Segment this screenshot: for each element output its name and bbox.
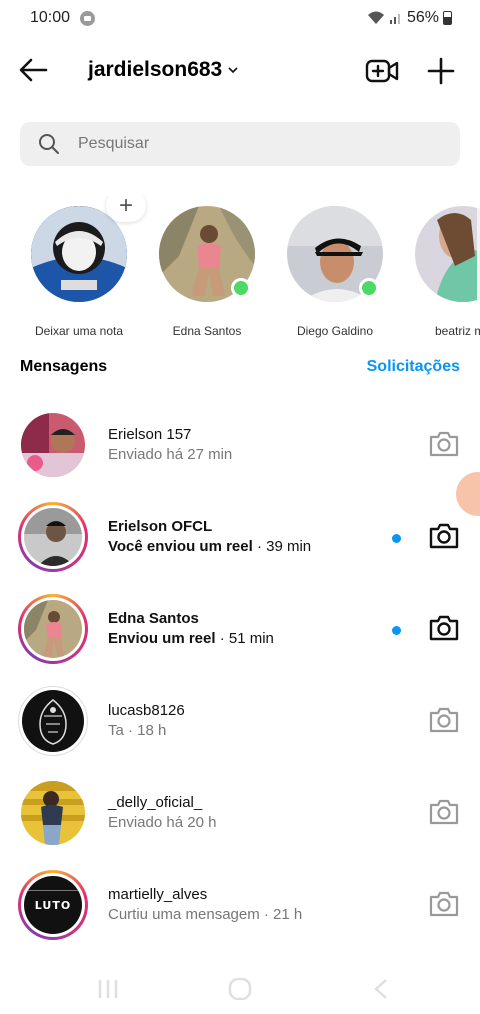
avatar-image <box>21 781 85 845</box>
camera-button[interactable] <box>428 430 460 458</box>
battery-icon <box>443 11 452 25</box>
thread-subtitle: Enviou um reel · 51 min <box>108 630 274 647</box>
divider <box>24 890 82 891</box>
thread-row[interactable]: Erielson OFCL Você enviou um reel · 39 m… <box>0 494 480 578</box>
messages-section-title: Mensagens <box>20 358 108 375</box>
avatar <box>18 686 88 756</box>
chevron-down-icon <box>228 67 238 74</box>
signal-icon <box>389 14 400 24</box>
camera-icon <box>429 615 459 641</box>
online-status-dot <box>231 278 251 298</box>
notification-icon <box>80 11 95 26</box>
unread-indicator <box>392 534 401 543</box>
thread-subtitle: Ta · 18 h <box>108 722 167 739</box>
camera-button[interactable] <box>428 614 460 642</box>
thread-time: · 39 min <box>252 538 312 555</box>
thread-name: _delly_oficial_ <box>108 794 203 811</box>
thread-row[interactable]: _delly_oficial_ Enviado há 20 h <box>0 770 480 854</box>
avatar <box>415 206 480 302</box>
thread-subtitle: Curtiu uma mensagem · 21 h <box>108 906 303 923</box>
thread-subtitle-text: Você enviou um reel <box>108 538 253 555</box>
thread-row[interactable]: Erielson 157 Enviado há 27 min <box>0 402 480 486</box>
search-input[interactable] <box>78 122 438 166</box>
thread-name: Erielson OFCL <box>108 518 213 535</box>
video-add-icon <box>365 59 399 83</box>
avatar-image <box>31 206 127 302</box>
camera-button[interactable] <box>428 798 460 826</box>
add-note-button[interactable]: + <box>106 196 146 222</box>
unread-indicator <box>392 626 401 635</box>
top-app-bar: jardielson683 <box>0 48 480 92</box>
wifi-icon <box>367 11 384 24</box>
thread-name: lucasb8126 <box>108 702 185 719</box>
camera-icon <box>429 707 459 733</box>
status-time: 10:00 <box>30 9 71 26</box>
avatar-image <box>24 508 82 566</box>
thread-row[interactable]: lucasb8126 Ta · 18 h <box>0 678 480 762</box>
status-right: 56% <box>367 9 452 27</box>
status-bar: 10:00 56% <box>0 0 480 36</box>
avatar-image <box>24 600 82 658</box>
thread-subtitle: Você enviou um reel · 39 min <box>108 538 311 555</box>
camera-icon <box>429 891 459 917</box>
account-switcher[interactable]: jardielson683 <box>88 58 238 82</box>
requests-link[interactable]: Solicitações <box>367 358 460 376</box>
avatar-image <box>415 206 480 302</box>
camera-button[interactable] <box>428 706 460 734</box>
account-username: jardielson683 <box>88 58 223 81</box>
online-status-dot <box>359 278 379 298</box>
story-label: Deixar uma nota <box>34 324 124 338</box>
thread-name: Edna Santos <box>108 610 199 627</box>
nav-back-icon[interactable] <box>370 978 394 1000</box>
avatar-image <box>22 690 84 752</box>
home-icon[interactable] <box>228 978 252 1000</box>
avatar <box>31 206 127 302</box>
thread-subtitle: Enviado há 20 h <box>108 814 217 831</box>
video-chat-button[interactable] <box>364 54 400 88</box>
arrow-left-icon <box>19 58 48 82</box>
thread-subtitle: Enviado há 27 min <box>108 446 233 463</box>
camera-icon <box>429 431 459 457</box>
back-button[interactable] <box>16 54 52 86</box>
camera-button[interactable] <box>428 890 460 918</box>
avatar-text: LUTO <box>34 898 72 912</box>
recent-apps-icon[interactable] <box>96 978 120 1000</box>
avatar <box>18 778 88 848</box>
avatar <box>18 502 88 572</box>
search-bar[interactable] <box>20 122 460 166</box>
thread-row[interactable]: Edna Santos Enviou um reel · 51 min <box>0 586 480 670</box>
battery-percent: 56% <box>406 9 439 26</box>
system-nav-bar <box>0 964 480 1014</box>
avatar <box>18 410 88 480</box>
thread-row[interactable]: LUTO martielly_alves Curtiu uma mensagem… <box>0 862 480 946</box>
thread-name: martielly_alves <box>108 886 208 903</box>
story-label: Diego Galdino <box>296 324 374 338</box>
avatar: LUTO <box>18 870 88 940</box>
thread-name: Erielson 157 <box>108 426 192 443</box>
new-message-button[interactable] <box>424 54 458 88</box>
search-icon <box>39 134 59 154</box>
avatar <box>18 594 88 664</box>
story-label: beatriz ma <box>434 324 480 338</box>
avatar-image <box>21 413 85 477</box>
camera-button[interactable] <box>428 522 460 550</box>
camera-icon <box>429 799 459 825</box>
thread-time: · 51 min <box>215 630 274 647</box>
notes-row: + Deixar uma nota Edna Santos Diego Gald… <box>0 196 480 346</box>
plus-icon <box>427 57 455 85</box>
thread-subtitle-text: Enviou um reel <box>108 630 216 647</box>
camera-icon <box>429 523 459 549</box>
story-label: Edna Santos <box>172 324 242 338</box>
